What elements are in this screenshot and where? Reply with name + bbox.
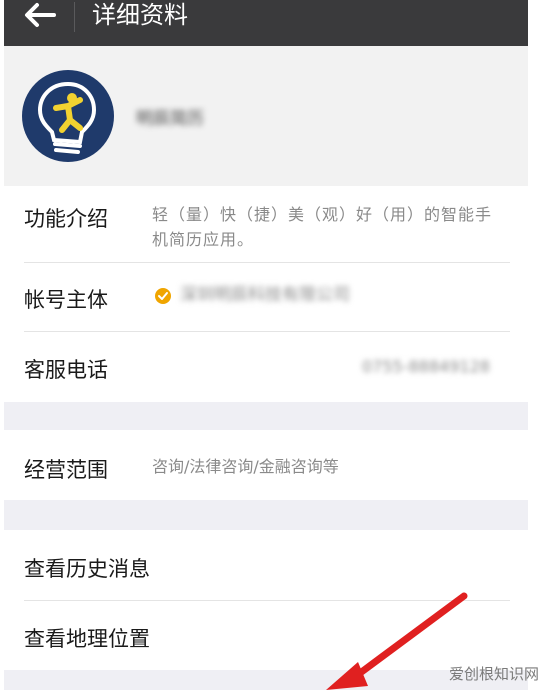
account-value: 深圳明辰科技有限公司 [180, 285, 350, 305]
phone-screen: 详细资料 明辰简历 功能介绍 轻（量）快（捷）美（观）好（用）的智能手机简历应用… [4, 0, 528, 690]
right-margin [528, 0, 545, 690]
intro-value: 轻（量）快（捷）美（观）好（用）的智能手机简历应用。 [152, 205, 493, 249]
business-value: 咨询/法律咨询/金融咨询等 [152, 457, 339, 476]
phone-value: 0755-88849128 [362, 357, 490, 376]
profile-header: 明辰简历 [4, 46, 528, 186]
page-title: 详细资料 [92, 1, 188, 29]
title-bar: 详细资料 [4, 0, 528, 46]
watermark: 爱创根知识网 [448, 665, 539, 683]
account-label: 帐号主体 [24, 288, 108, 312]
back-button[interactable] [22, 1, 62, 35]
location-button: 查看地理位置 [24, 627, 150, 651]
verified-check-icon [155, 288, 171, 304]
account-name: 明辰简历 [136, 109, 204, 129]
business-label: 经营范围 [24, 458, 108, 482]
intro-label: 功能介绍 [24, 207, 108, 231]
history-button: 查看历史消息 [24, 557, 150, 581]
phone-label: 客服电话 [24, 358, 108, 382]
account-row[interactable]: 帐号主体 深圳明辰科技有限公司 [4, 263, 528, 331]
avatar[interactable] [22, 70, 114, 162]
back-arrow-icon [25, 3, 56, 27]
business-group: 经营范围 咨询/法律咨询/金融咨询等 [4, 430, 528, 500]
lightbulb-person-logo [22, 70, 114, 162]
intro-row: 功能介绍 轻（量）快（捷）美（观）好（用）的智能手机简历应用。 [4, 186, 528, 262]
phone-row[interactable]: 客服电话 0755-88849128 [4, 332, 528, 402]
title-divider [74, 2, 75, 32]
info-group: 功能介绍 轻（量）快（捷）美（观）好（用）的智能手机简历应用。 帐号主体 深圳明… [4, 186, 528, 402]
business-row: 经营范围 咨询/法律咨询/金融咨询等 [4, 430, 528, 500]
